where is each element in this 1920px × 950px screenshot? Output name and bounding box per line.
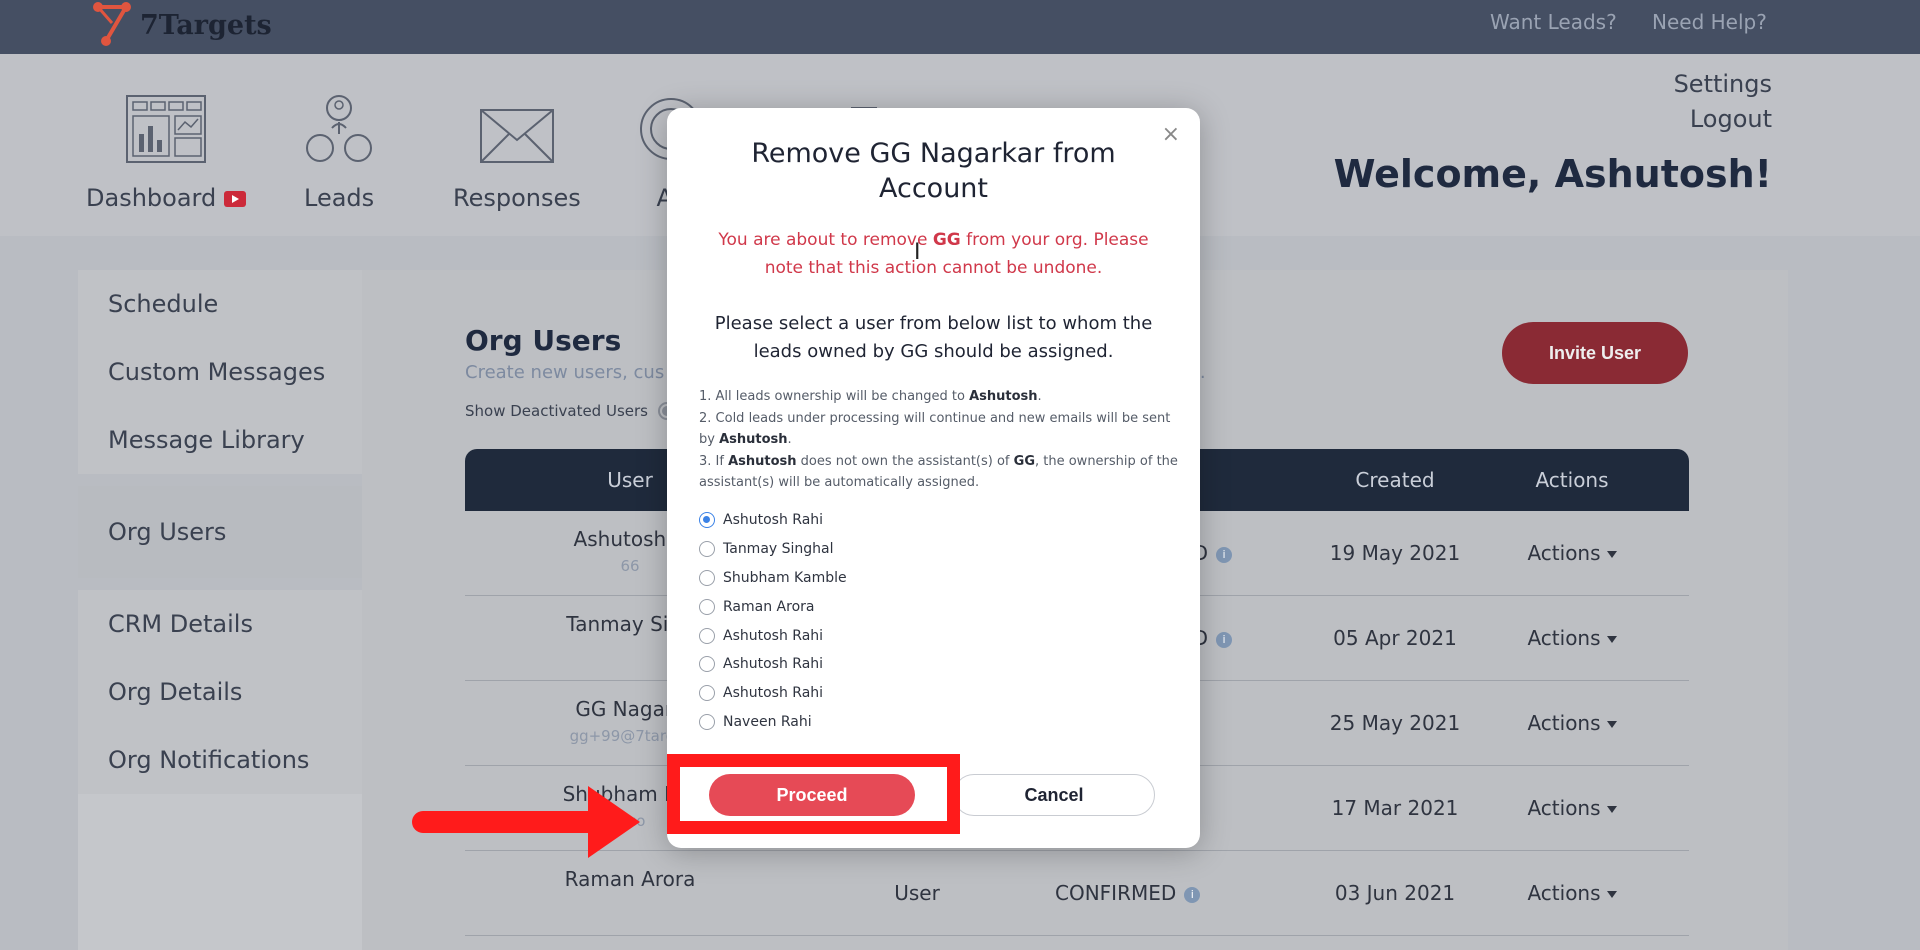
arrow-right-icon [588, 786, 640, 858]
sidebar-divider [78, 474, 362, 486]
invite-user-button[interactable]: Invite User [1502, 322, 1688, 384]
note-1: 1. All leads ownership will be changed t… [699, 389, 1042, 404]
text-cursor-icon: Ⅰ [914, 240, 921, 265]
sidebar: Schedule Custom Messages Message Library… [78, 270, 362, 950]
assignee-option[interactable]: Raman Arora [699, 592, 847, 621]
table-row: Raman Arora User CONFIRMED i 03 Jun 2021 … [465, 851, 1689, 936]
welcome-message: Welcome, Ashutosh! [1333, 152, 1772, 196]
radio-button[interactable] [699, 598, 715, 615]
caret-down-icon [1606, 891, 1617, 898]
want-leads-link[interactable]: Want Leads? [1490, 10, 1617, 34]
nav-leads[interactable]: Leads [304, 84, 374, 212]
actions-dropdown[interactable]: Actions [1507, 711, 1637, 735]
info-icon[interactable]: i [1216, 546, 1233, 563]
radio-button[interactable] [699, 627, 715, 644]
actions-dropdown[interactable]: Actions [1507, 541, 1637, 565]
modal-warning: You are about to remove GG from your org… [718, 230, 1149, 278]
user-name: Raman Arora [564, 867, 696, 891]
assignee-option[interactable]: Ashutosh Rahi [699, 679, 847, 708]
highlight-box [667, 754, 960, 834]
close-icon[interactable]: × [1162, 122, 1180, 147]
caret-down-icon [1606, 636, 1617, 643]
settings-link[interactable]: Settings [1674, 70, 1772, 98]
note-3: 3. If Ashutosh does not own the assistan… [699, 453, 1178, 491]
radio-button[interactable] [699, 512, 715, 529]
actions-dropdown[interactable]: Actions [1507, 796, 1637, 820]
sidebar-item-custom-messages[interactable]: Custom Messages [78, 338, 362, 406]
radio-button[interactable] [699, 569, 715, 586]
sidebar-item-org-notifications[interactable]: Org Notifications [78, 726, 362, 794]
actions-dropdown[interactable]: Actions [1507, 626, 1637, 650]
radio-button[interactable] [699, 541, 715, 558]
logo-text: 7Targets [140, 9, 272, 41]
user-created: 17 Mar 2021 [1331, 796, 1459, 820]
assignee-option[interactable]: Naveen Rahi [699, 708, 847, 737]
sidebar-divider [78, 578, 362, 590]
nav-dashboard-label: Dashboard [86, 184, 247, 212]
remove-user-modal: × Remove GG Nagarkar from Account You ar… [667, 108, 1200, 848]
assignee-option[interactable]: Ashutosh Rahi [699, 650, 847, 679]
need-help-link[interactable]: Need Help? [1652, 10, 1767, 34]
user-created: 03 Jun 2021 [1334, 881, 1456, 905]
sidebar-item-crm-details[interactable]: CRM Details [78, 590, 362, 658]
show-deactivated-label: Show Deactivated Users [465, 402, 648, 420]
radio-button[interactable] [699, 656, 715, 673]
nav-leads-label: Leads [304, 184, 375, 212]
sidebar-item-org-details[interactable]: Org Details [78, 658, 362, 726]
radio-button[interactable] [699, 685, 715, 702]
arrow-shaft [412, 811, 600, 833]
assignee-option[interactable]: Ashutosh Rahi [699, 621, 847, 650]
caret-down-icon [1606, 551, 1617, 558]
caret-down-icon [1606, 721, 1617, 728]
show-deactivated-row: Show Deactivated Users [465, 402, 692, 420]
envelope-icon [479, 84, 555, 164]
user-created: 19 May 2021 [1329, 541, 1461, 565]
assignee-option[interactable]: Shubham Kamble [699, 564, 847, 593]
cancel-button[interactable]: Cancel [953, 774, 1155, 816]
page-title: Org Users [465, 324, 622, 357]
nav-dashboard[interactable]: Dashboard [86, 84, 247, 212]
nav-responses-label: Responses [453, 184, 581, 212]
youtube-icon[interactable] [224, 191, 247, 207]
note-2: 2. Cold leads under processing will cont… [699, 410, 1171, 448]
sidebar-item-message-library[interactable]: Message Library [78, 406, 362, 474]
column-created: Created [1355, 468, 1435, 492]
logo[interactable]: 7Targets [92, 0, 272, 50]
actions-dropdown[interactable]: Actions [1507, 881, 1637, 905]
logo-icon [93, 2, 131, 46]
info-icon[interactable]: i [1184, 886, 1201, 903]
leads-icon [304, 84, 374, 164]
nav-responses[interactable]: Responses [453, 84, 581, 212]
sidebar-item-schedule[interactable]: Schedule [78, 270, 362, 338]
sidebar-group-org: CRM Details Org Details Org Notification… [78, 590, 362, 794]
modal-title: Remove GG Nagarkar from Account [751, 138, 1116, 204]
assignee-option[interactable]: Tanmay Singhal [699, 535, 847, 564]
logout-link[interactable]: Logout [1690, 105, 1772, 133]
user-created: 05 Apr 2021 [1333, 626, 1457, 650]
user-role: User [894, 881, 940, 905]
caret-down-icon [1606, 806, 1617, 813]
user-status: CONFIRMED i [1055, 881, 1201, 905]
user-created: 25 May 2021 [1329, 711, 1461, 735]
modal-notes: 1. All leads ownership will be changed t… [699, 386, 1179, 494]
page-subtitle: Create new users, cus [465, 362, 665, 383]
modal-prompt: Please select a user from below list to … [714, 313, 1153, 362]
assignee-option[interactable]: Ashutosh Rahi [699, 506, 847, 535]
sidebar-item-org-users[interactable]: Org Users [78, 486, 362, 578]
radio-button[interactable] [699, 713, 715, 730]
top-bar: 7Targets Want Leads? Need Help? [0, 0, 1920, 54]
dashboard-icon [125, 84, 207, 164]
info-icon[interactable]: i [1216, 631, 1233, 648]
column-actions: Actions [1535, 468, 1609, 492]
assignee-radio-list: Ashutosh Rahi Tanmay Singhal Shubham Kam… [699, 506, 847, 736]
sidebar-group-messages: Schedule Custom Messages Message Library [78, 270, 362, 474]
